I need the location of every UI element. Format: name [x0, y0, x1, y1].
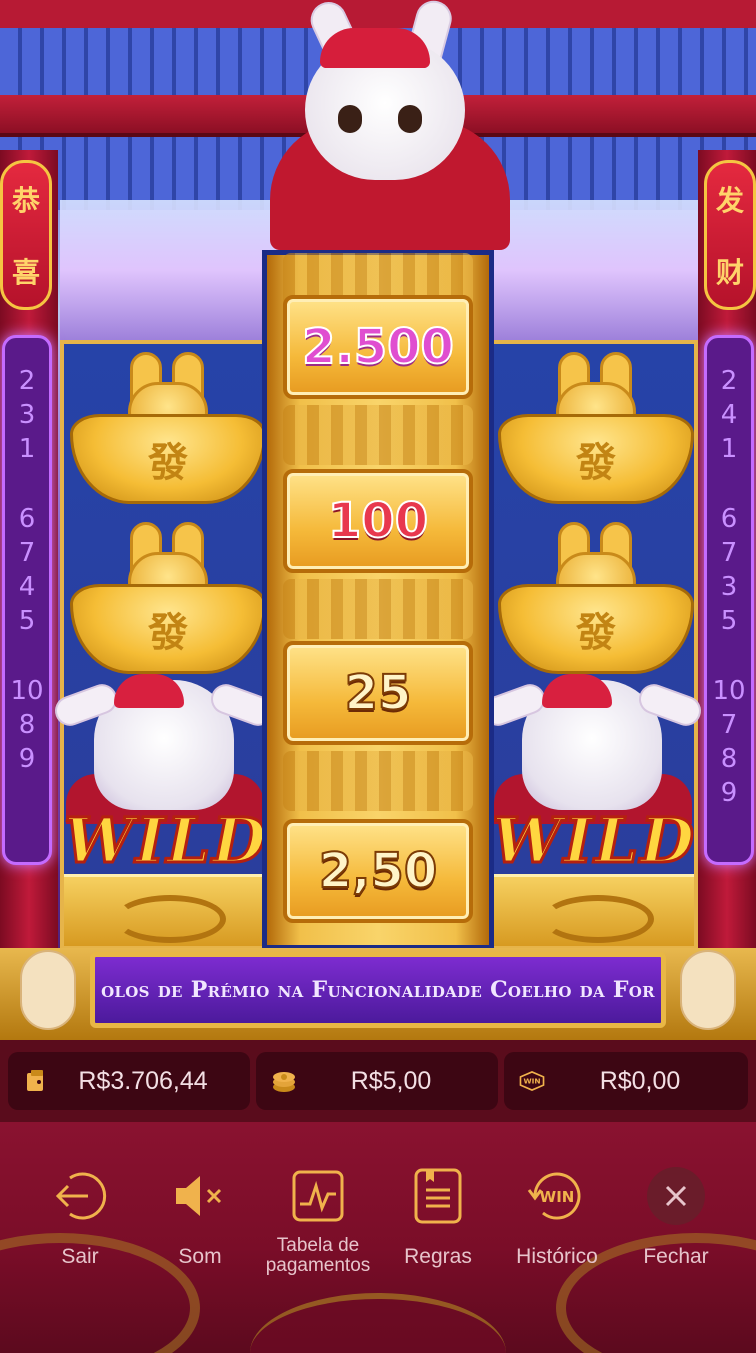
- payline-number: 6: [18, 504, 36, 534]
- paytable-icon: [286, 1164, 350, 1228]
- prize-plaque: 100: [283, 469, 473, 573]
- lantern-char: 恭: [11, 184, 40, 217]
- left-reel: 發 發 WILD: [60, 340, 270, 950]
- left-payline-indicator: 2 3 1 6 7 4 5 10 8 9: [2, 335, 52, 865]
- close-button[interactable]: Fechar: [616, 1164, 736, 1314]
- lantern-char: 发: [715, 184, 744, 217]
- payline-number: 3: [18, 400, 36, 430]
- feature-marquee-banner: olos de Prémio na Funcionalidade Coelho …: [90, 952, 666, 1028]
- paytable-button[interactable]: Tabela de pagamentos: [258, 1164, 378, 1314]
- menu-label: Tabela de pagamentos: [265, 1235, 371, 1276]
- ingot-glyph: 發: [498, 584, 694, 674]
- prize-plaque: 25: [283, 641, 473, 745]
- right-lantern: 发 财: [704, 160, 756, 310]
- history-button[interactable]: WIN Histórico: [497, 1164, 617, 1314]
- wallet-icon: [22, 1067, 50, 1095]
- lantern-char: 喜: [11, 256, 40, 289]
- payline-number: 5: [18, 606, 36, 636]
- payline-number: 2: [720, 366, 738, 396]
- exit-button[interactable]: Sair: [20, 1164, 140, 1314]
- payline-number: 9: [18, 744, 36, 774]
- close-icon: [647, 1167, 705, 1225]
- payline-number: 10: [712, 676, 746, 706]
- win-display: WIN R$0,00: [504, 1052, 748, 1110]
- gold-ingot-bunny-symbol: 發: [70, 522, 266, 674]
- lantern-char: 财: [715, 256, 744, 289]
- ingot-glyph: 發: [70, 414, 266, 504]
- menu-label: Som: [178, 1245, 222, 1268]
- balance-display: R$3.706,44: [8, 1052, 250, 1110]
- wild-symbol: WILD: [63, 674, 268, 884]
- fortune-rabbit-mascot: [250, 0, 520, 250]
- reel-base-ornament: [492, 874, 694, 946]
- scroll-ornament: [283, 579, 473, 639]
- coins-icon: [270, 1067, 298, 1095]
- menu-label: Fechar: [643, 1245, 709, 1268]
- menu-label: Histórico: [516, 1245, 598, 1268]
- payline-number: 4: [720, 400, 738, 430]
- payline-number: 7: [720, 710, 738, 740]
- sound-button[interactable]: Som: [140, 1164, 260, 1314]
- payline-number: 8: [720, 744, 738, 774]
- payline-number: 9: [720, 778, 738, 808]
- right-reel: 發 發 WILD: [488, 340, 698, 950]
- right-payline-indicator: 2 4 1 6 7 3 5 10 7 8 9: [704, 335, 754, 865]
- right-rabbit-statue: [666, 940, 756, 1040]
- wild-label: WILD: [491, 803, 696, 879]
- reel-base-ornament: [64, 874, 266, 946]
- menu-label: Sair: [61, 1245, 99, 1268]
- gold-ingot-bunny-symbol: 發: [70, 352, 266, 504]
- payline-number: 7: [720, 538, 738, 568]
- payline-number: 4: [18, 572, 36, 602]
- menu-label: Regras: [404, 1245, 472, 1268]
- payline-number: 1: [720, 434, 738, 464]
- payline-number: 5: [720, 606, 738, 636]
- svg-text:WIN: WIN: [523, 1076, 540, 1085]
- settings-menu: Sair Som Tabela de pagamentos Regras WIN…: [0, 1122, 756, 1353]
- rules-button[interactable]: Regras: [378, 1164, 498, 1314]
- history-icon: WIN: [525, 1164, 589, 1228]
- payline-number: 7: [18, 538, 36, 568]
- prize-plaque: 2.500: [283, 295, 473, 399]
- game-board[interactable]: 恭 喜 发 财 2 3 1 6 7 4 5 10 8 9 2 4 1 6 7 3…: [0, 0, 756, 1040]
- payline-number: 1: [18, 434, 36, 464]
- center-prize-reel: 2.500 100 25 2,50: [262, 250, 494, 950]
- svg-text:WIN: WIN: [540, 1188, 575, 1206]
- payline-number: 2: [18, 366, 36, 396]
- left-lantern: 恭 喜: [0, 160, 52, 310]
- payline-number: 6: [720, 504, 738, 534]
- scroll-ornament: [283, 405, 473, 465]
- ingot-glyph: 發: [498, 414, 694, 504]
- gold-ingot-bunny-symbol: 發: [498, 352, 694, 504]
- ingot-glyph: 發: [70, 584, 266, 674]
- scroll-ornament: [283, 751, 473, 811]
- bet-display[interactable]: R$5,00: [256, 1052, 498, 1110]
- wild-symbol: WILD: [491, 674, 696, 884]
- win-badge-icon: WIN: [518, 1067, 546, 1095]
- balance-bar: R$3.706,44 R$5,00 WIN R$0,00: [0, 1040, 756, 1122]
- exit-icon: [48, 1164, 112, 1228]
- wild-label: WILD: [63, 803, 268, 879]
- payline-number: 10: [10, 676, 44, 706]
- prize-plaque: 2,50: [283, 819, 473, 923]
- marquee-text: olos de Prémio na Funcionalidade Coelho …: [101, 977, 655, 1003]
- rules-icon: [406, 1164, 470, 1228]
- sound-muted-icon: [168, 1164, 232, 1228]
- gold-ingot-bunny-symbol: 發: [498, 522, 694, 674]
- left-rabbit-statue: [0, 940, 90, 1040]
- payline-number: 3: [720, 572, 738, 602]
- payline-number: 8: [18, 710, 36, 740]
